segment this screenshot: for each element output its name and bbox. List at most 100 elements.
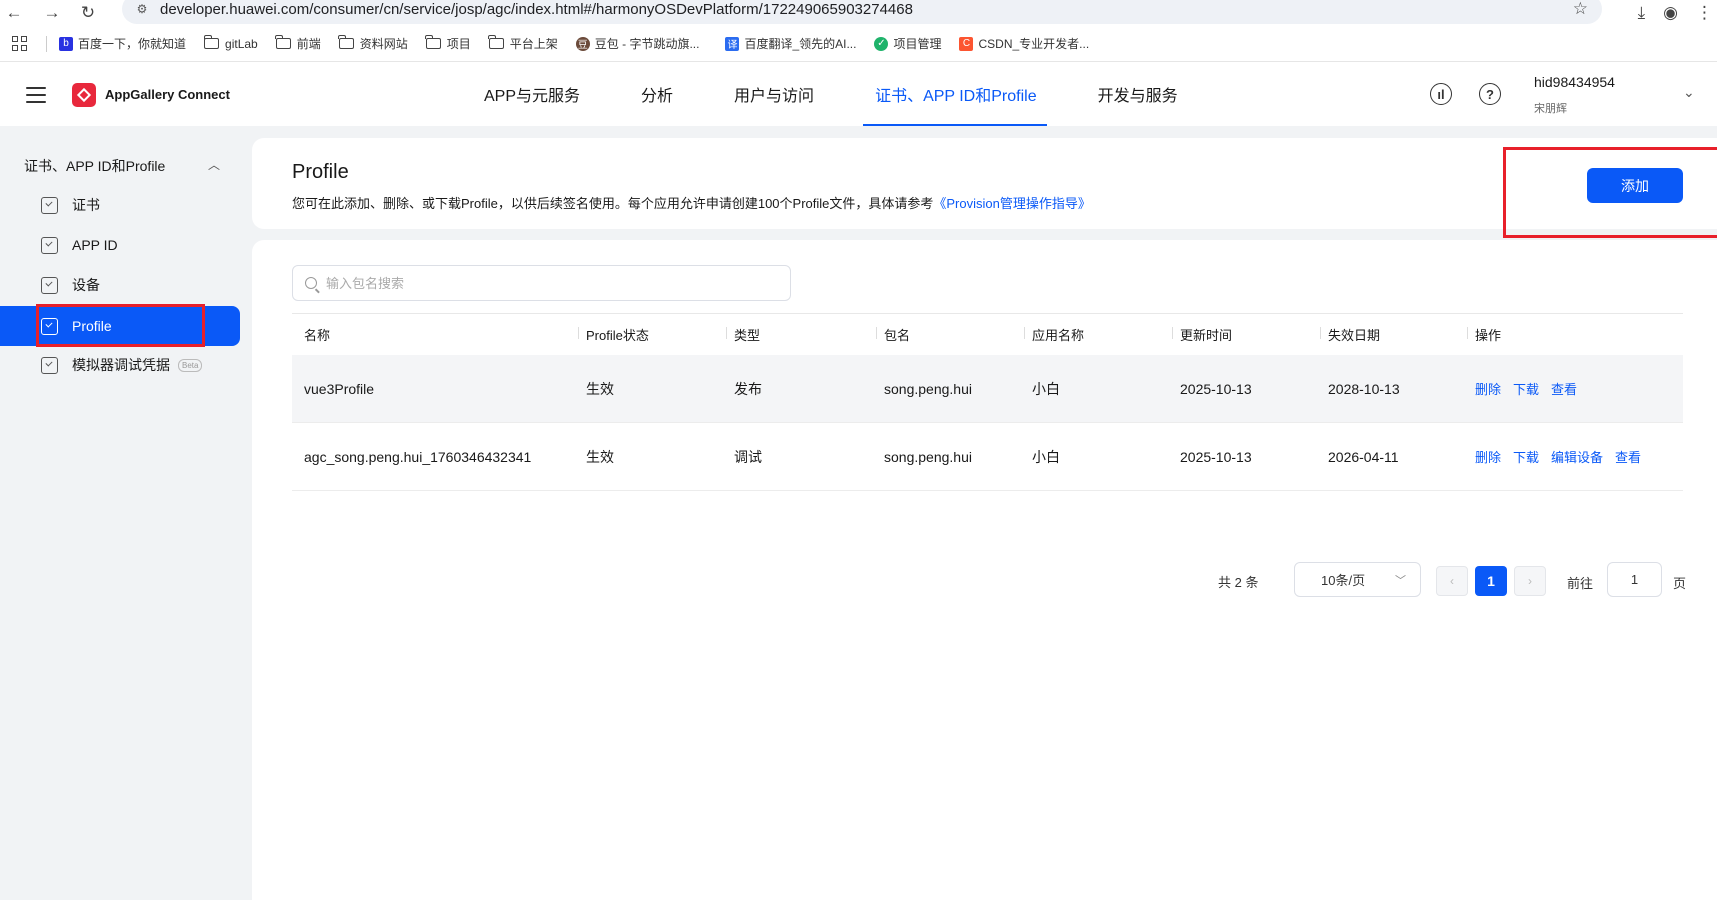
profile-name: agc_song.peng.hui_1760346432341 (304, 448, 532, 465)
profile-status: 生效 (586, 448, 614, 465)
folder-icon (203, 35, 220, 49)
folder-icon (488, 35, 504, 49)
profile-name: vue3Profile (304, 380, 375, 397)
browser-toolbar: ← → ↻ ⚙ developer.huawei.com/consumer/cn… (0, 0, 1717, 26)
view-link[interactable]: 查看 (1551, 382, 1577, 397)
tab-dev-services[interactable]: 开发与服务 (1098, 62, 1178, 126)
bookmark-baidu-translate[interactable]: 译百度翻译_领先的AI... (725, 35, 856, 52)
tab-users-access[interactable]: 用户与访问 (734, 62, 814, 126)
provision-guide-link[interactable]: 《Provision管理操作指导》 (933, 196, 1090, 211)
bookmark-platform[interactable]: 平台上架 (488, 35, 558, 52)
address-bar[interactable]: ⚙ developer.huawei.com/consumer/cn/servi… (122, 0, 1602, 24)
goto-label: 前往 (1567, 576, 1594, 591)
sidebar-item-devices[interactable]: 设备 (0, 265, 240, 305)
project-icon: ✓ (874, 36, 889, 51)
row-actions: 删除 下载 编辑设备 查看 (1475, 447, 1653, 466)
feedback-icon[interactable]: ıl (1430, 83, 1452, 105)
menu-icon[interactable]: ⋮ (1696, 3, 1713, 23)
package-name: song.peng.hui (884, 448, 972, 465)
reload-icon[interactable]: ↻ (74, 0, 102, 26)
tab-analytics[interactable]: 分析 (641, 62, 673, 126)
delete-link[interactable]: 删除 (1475, 382, 1501, 397)
table-header: 名称 Profile状态 类型 包名 应用名称 更新时间 失效日期 操作 (292, 313, 1683, 355)
user-name[interactable]: hid98434954 (1534, 74, 1615, 90)
bookmark-label: gitLab (225, 36, 258, 51)
download-icon[interactable]: ⤓ (1638, 3, 1646, 23)
prev-page-button[interactable]: ‹ (1436, 566, 1468, 596)
bookmark-label: 资料网站 (359, 37, 408, 51)
app-name: 小白 (1032, 448, 1060, 465)
bookmark-resources[interactable]: 资料网站 (338, 35, 408, 52)
chevron-down-icon[interactable]: ⌄ (1683, 84, 1695, 101)
forward-icon[interactable]: → (38, 0, 66, 26)
updated-date: 2025-10-13 (1180, 380, 1252, 397)
appgallery-logo-icon[interactable] (72, 83, 96, 107)
goto-page-input[interactable] (1607, 562, 1662, 597)
hamburger-menu-icon[interactable] (26, 87, 46, 103)
column-header: 名称 (304, 328, 331, 343)
baidu-translate-icon: 译 (725, 36, 740, 51)
sidebar-item-label: APP ID (72, 237, 118, 253)
apps-grid-icon[interactable] (12, 35, 28, 52)
bookmark-gitlab[interactable]: gitLab (203, 35, 258, 51)
profile-icon[interactable]: ◉ (1663, 3, 1678, 23)
view-link[interactable]: 查看 (1615, 450, 1641, 465)
help-icon[interactable]: ? (1479, 83, 1501, 105)
edit-devices-link[interactable]: 编辑设备 (1551, 450, 1603, 465)
current-page[interactable]: 1 (1475, 566, 1507, 596)
next-page-button[interactable]: › (1514, 566, 1546, 596)
package-search-input[interactable] (326, 275, 726, 291)
page-size-select[interactable]: 10条/页 ﹀ (1294, 562, 1421, 597)
bookmark-project-mgmt[interactable]: ✓ 项目管理 (874, 35, 941, 52)
sidebar-group-title[interactable]: 证书、APP ID和Profile (24, 156, 165, 176)
expiry-date: 2026-04-11 (1328, 448, 1399, 465)
search-icon (305, 277, 317, 289)
download-link[interactable]: 下载 (1513, 382, 1539, 397)
search-box[interactable] (292, 265, 791, 301)
bookmark-csdn[interactable]: C CSDN_专业开发者... (959, 35, 1089, 52)
emulator-icon (41, 356, 58, 374)
download-link[interactable]: 下载 (1513, 450, 1539, 465)
app-id-icon (41, 236, 58, 254)
tab-app-services[interactable]: APP与元服务 (484, 62, 580, 126)
app-name: 小白 (1032, 380, 1060, 397)
folder-icon (338, 35, 354, 49)
bookmark-frontend[interactable]: 前端 (275, 35, 321, 52)
chevron-down-icon: ﹀ (1395, 575, 1406, 587)
baidu-icon: b (59, 36, 73, 51)
profile-type: 发布 (734, 380, 762, 397)
bookmark-label: 百度翻译_领先的AI... (744, 37, 857, 51)
column-header: 类型 (725, 325, 760, 344)
page-header-card: Profile 您可在此添加、删除、或下载Profile，以供后续签名使用。每个… (252, 138, 1717, 229)
csdn-icon: C (959, 36, 974, 51)
bookmark-label: 平台上架 (509, 37, 558, 51)
sidebar-item-emulator-credentials[interactable]: 模拟器调试凭据 Beta (0, 345, 240, 385)
tab-certificates[interactable]: 证书、APP ID和Profile (863, 62, 1047, 126)
bookmark-projects[interactable]: 项目 (425, 35, 471, 52)
bookmark-star-icon[interactable]: ☆ (1573, 0, 1588, 19)
sidebar-item-label: 证书 (72, 197, 100, 213)
sidebar-item-app-id[interactable]: APP ID (0, 225, 240, 265)
table-row: agc_song.peng.hui_1760346432341 生效 调试 so… (292, 423, 1683, 491)
beta-badge: Beta (178, 358, 203, 372)
delete-link[interactable]: 删除 (1475, 450, 1501, 465)
url-text[interactable]: developer.huawei.com/consumer/cn/service… (160, 1, 913, 18)
total-count: 共 2 条 (1218, 575, 1259, 590)
back-icon[interactable]: ← (0, 0, 28, 26)
top-nav: APP与元服务 分析 用户与访问 证书、APP ID和Profile 开发与服务 (484, 62, 1178, 126)
app-header: AppGallery Connect APP与元服务 分析 用户与访问 证书、A… (0, 62, 1717, 126)
bookmark-doubao[interactable]: 豆豆包 - 字节跳动旗... (575, 35, 699, 52)
column-header: 包名 (875, 325, 910, 344)
chevron-up-icon[interactable]: ︿ (208, 156, 220, 173)
device-icon (41, 276, 58, 294)
brand-name[interactable]: AppGallery Connect (105, 87, 230, 102)
site-settings-icon[interactable]: ⚙ (134, 1, 150, 17)
package-name: song.peng.hui (884, 380, 972, 397)
profile-table: 名称 Profile状态 类型 包名 应用名称 更新时间 失效日期 操作 vue… (292, 313, 1686, 597)
bookmark-baidu[interactable]: b 百度一下，你就知道 (59, 35, 186, 52)
bookmark-label: 百度一下，你就知道 (78, 37, 187, 51)
sidebar: 证书、APP ID和Profile ︿ 证书 APP ID 设备 Profile… (0, 126, 252, 900)
bookmark-label: 项目 (446, 37, 471, 51)
sidebar-item-certificates[interactable]: 证书 (0, 185, 240, 225)
doubao-icon: 豆 (575, 36, 590, 51)
